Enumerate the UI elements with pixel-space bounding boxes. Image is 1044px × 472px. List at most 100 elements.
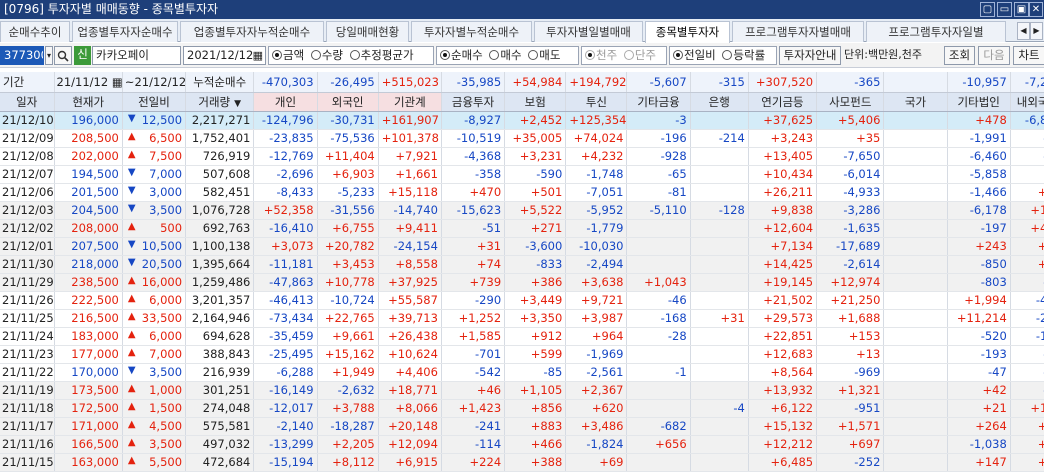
- radio-thousand-shares[interactable]: 천주: [582, 48, 617, 62]
- investor-value-cell: -2,561: [565, 363, 628, 382]
- tab-3[interactable]: 업종별투자자누적순매수: [180, 21, 324, 42]
- table-row[interactable]: 21/12/07 194,500 ▼ 7,000 507,608 -2,696 +6,903…: [0, 165, 1044, 184]
- total-cell: -35,985: [441, 72, 506, 93]
- volume-cell: 726,919: [185, 147, 255, 166]
- stock-code-input[interactable]: 377300: [0, 46, 44, 65]
- radio-change-rate[interactable]: 등락률: [719, 48, 765, 62]
- investor-info-button[interactable]: 투자자안내: [779, 46, 841, 65]
- down-triangle-icon: ▼: [127, 365, 136, 376]
- table-row[interactable]: 21/11/30 218,000 ▼ 20,500 1,395,664 -11,181 +3…: [0, 255, 1044, 274]
- volume-cell: 1,752,401: [185, 129, 255, 148]
- chart-button[interactable]: 차트: [1013, 46, 1044, 65]
- table-row[interactable]: 21/11/18 172,500 ▲ 1,500 274,048 -12,017 +3,78…: [0, 399, 1044, 418]
- column-header[interactable]: 거래량 ▼: [185, 92, 255, 112]
- table-row[interactable]: 21/12/10 196,000 ▼ 12,500 2,217,271 -124,796-…: [0, 111, 1044, 130]
- radio-net-buy[interactable]: 순매수: [437, 48, 483, 62]
- column-header[interactable]: 외국인: [317, 92, 379, 112]
- period-from-field[interactable]: 21/11/12 ▦: [54, 72, 123, 93]
- tab-6[interactable]: 투자자별일별매매: [534, 21, 643, 42]
- table-row[interactable]: 21/12/02 208,000 ▲ 500 692,763 -16,410 +6,755 +…: [0, 219, 1044, 238]
- calendar-icon[interactable]: ▦: [253, 47, 263, 64]
- investor-value-cell: -65: [626, 165, 691, 184]
- investor-value-cell: +912: [504, 327, 567, 346]
- table-row[interactable]: 21/12/09 208,500 ▲ 6,500 1,752,401 -23,835 -75…: [0, 129, 1044, 148]
- radio-sell[interactable]: 매도: [525, 48, 560, 62]
- tab-8[interactable]: 프로그램투자자별매매: [732, 21, 864, 42]
- restore-icon[interactable]: ▣: [1014, 2, 1029, 17]
- table-row[interactable]: 21/12/08 202,000 ▲ 7,500 726,919 -12,769 +11,4…: [0, 147, 1044, 166]
- column-header[interactable]: 기타법인: [947, 92, 1011, 112]
- investor-value-cell: +8,066: [378, 399, 442, 418]
- column-header[interactable]: 투신: [565, 92, 628, 112]
- tab-9[interactable]: 프로그램투자자일별: [866, 21, 1006, 42]
- investor-value-cell: [626, 345, 691, 364]
- period-from-calendar-icon[interactable]: ▦: [108, 75, 122, 89]
- column-header[interactable]: 내외국인: [1010, 92, 1044, 112]
- tab-2[interactable]: 업종별투자자순매수: [72, 21, 178, 42]
- investor-value-cell: +21,502: [748, 291, 818, 310]
- tab-7[interactable]: 종목별투자자: [645, 21, 730, 43]
- table-row[interactable]: 21/11/26 222,500 ▲ 6,000 3,201,357 -46,413 -10…: [0, 291, 1044, 310]
- next-button[interactable]: 다음: [978, 46, 1010, 65]
- tab-4[interactable]: 당일매매현황: [326, 21, 409, 42]
- tab-1[interactable]: 순매수추이: [0, 21, 70, 42]
- table-row[interactable]: 21/12/01 207,500 ▼ 10,500 1,100,138 +3,073 +20…: [0, 237, 1044, 256]
- tab-5[interactable]: 투자자별누적순매수: [411, 21, 532, 42]
- radio-quantity[interactable]: 수량: [308, 48, 343, 62]
- column-header[interactable]: 기타금융: [626, 92, 691, 112]
- query-button[interactable]: 조회: [944, 46, 975, 65]
- table-row[interactable]: 21/11/25 216,500 ▲ 33,500 2,164,946 -73,434 +2…: [0, 309, 1044, 328]
- investor-value-cell: +11,214: [947, 309, 1011, 328]
- investor-value-cell: -193: [947, 345, 1011, 364]
- sort-desc-icon[interactable]: ▼: [234, 99, 241, 109]
- radio-prev-diff[interactable]: 전일비: [670, 48, 716, 62]
- column-header[interactable]: 사모펀드: [816, 92, 885, 112]
- minimize-icon[interactable]: ▢: [980, 2, 995, 17]
- column-header[interactable]: 전일비: [122, 92, 187, 112]
- period-to-field[interactable]: ~21/12/12: [122, 72, 187, 93]
- table-row[interactable]: 21/11/19 173,500 ▲ 1,000 301,251 -16,149 -2,63…: [0, 381, 1044, 400]
- table-row[interactable]: 21/12/06 201,500 ▼ 3,000 582,451 -8,433 -5,233…: [0, 183, 1044, 202]
- investor-value-cell: +12,604: [748, 219, 818, 238]
- radio-single-shares[interactable]: 단주: [621, 48, 656, 62]
- close-icon[interactable]: ✕: [1029, 2, 1043, 17]
- radio-avg-price-icon: [349, 50, 360, 60]
- column-header[interactable]: 보험: [504, 92, 567, 112]
- tab-scroll-right-icon[interactable]: ▶: [1030, 22, 1043, 40]
- table-row[interactable]: 21/11/22 170,000 ▼ 3,500 216,939 -6,288 +1,949…: [0, 363, 1044, 382]
- radio-buy[interactable]: 매수: [486, 48, 522, 62]
- date-field[interactable]: 2021/12/12 ▦: [183, 46, 266, 65]
- investor-value-cell: +55,587: [378, 291, 442, 310]
- investor-value-cell: [883, 129, 948, 148]
- column-header[interactable]: 개인: [253, 92, 318, 112]
- radio-avg-price[interactable]: 추정평균가: [347, 48, 414, 62]
- investor-value-cell: -2,494: [565, 255, 628, 274]
- column-header[interactable]: 연기금등: [748, 92, 818, 112]
- stock-name-field[interactable]: 카카오페이: [92, 46, 181, 65]
- investor-value-cell: +26,211: [748, 183, 818, 202]
- volume-cell: 575,581: [185, 417, 255, 436]
- search-icon[interactable]: [54, 46, 72, 65]
- investor-value-cell: +37,625: [748, 111, 818, 130]
- column-header[interactable]: 일자: [0, 92, 55, 112]
- maximize-icon[interactable]: ▭: [997, 2, 1012, 17]
- table-row[interactable]: 21/11/24 183,000 ▲ 6,000 694,628 -35,459 +9,66…: [0, 327, 1044, 346]
- change-value: 20,500: [141, 257, 183, 271]
- radio-amount[interactable]: 금액: [269, 48, 304, 62]
- tab-scroll-left-icon[interactable]: ◀: [1017, 22, 1030, 40]
- change-cell: ▲ 6,000: [122, 327, 187, 346]
- table-row[interactable]: 21/11/23 177,000 ▲ 7,000 388,843 -25,495 +15,1…: [0, 345, 1044, 364]
- column-header[interactable]: 금융투자: [441, 92, 506, 112]
- code-dropdown-icon[interactable]: ▾: [45, 46, 53, 65]
- table-row[interactable]: 21/12/03 204,500 ▼ 3,500 1,076,728 +52,358 -31…: [0, 201, 1044, 220]
- price-cell: 204,500: [54, 201, 123, 220]
- table-row[interactable]: 21/11/16 166,500 ▲ 3,500 497,032 -13,299 +2,20…: [0, 435, 1044, 454]
- table-row[interactable]: 21/11/29 238,500 ▲ 16,000 1,259,486 -47,863 +1…: [0, 273, 1044, 292]
- column-header[interactable]: 국가: [883, 92, 948, 112]
- table-row[interactable]: 21/11/15 163,000 ▲ 5,500 472,684 -15,194 +8,11…: [0, 453, 1044, 472]
- column-header[interactable]: 현재가: [54, 92, 123, 112]
- investor-value-cell: +10,434: [748, 165, 818, 184]
- table-row[interactable]: 21/11/17 171,000 ▲ 4,500 575,581 -2,140 -18,28…: [0, 417, 1044, 436]
- column-header[interactable]: 기관계: [378, 92, 442, 112]
- column-header[interactable]: 은행: [690, 92, 749, 112]
